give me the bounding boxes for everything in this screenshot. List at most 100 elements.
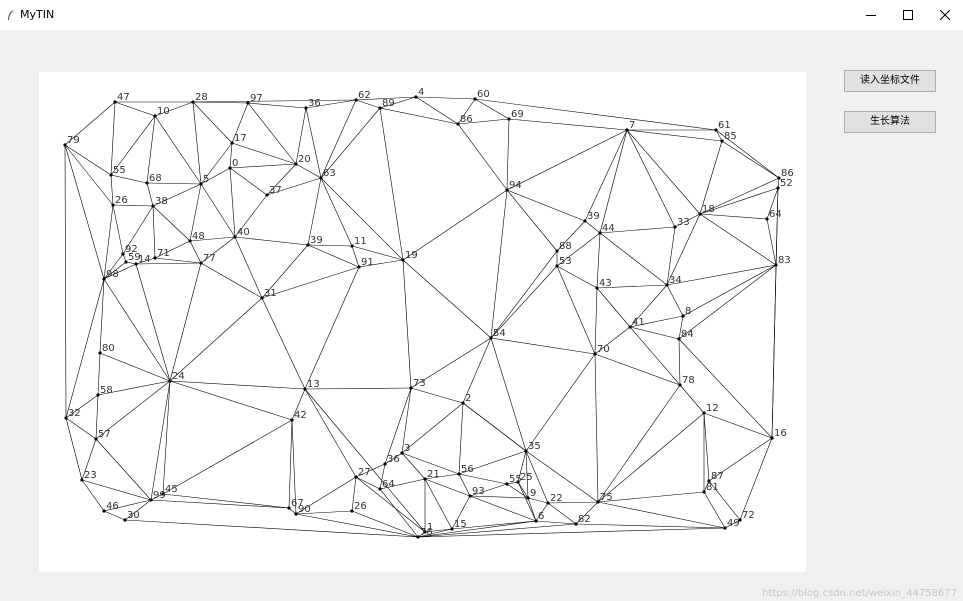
tin-edge bbox=[192, 99, 357, 103]
tin-edge bbox=[699, 213, 777, 266]
points-layer bbox=[63, 95, 781, 539]
point-label: 57 bbox=[98, 429, 111, 440]
point-label: 16 bbox=[774, 428, 787, 439]
point-label: 87 bbox=[711, 471, 724, 482]
point-label: 8 bbox=[685, 306, 691, 317]
tin-canvas[interactable]: 47 10 28 97 36 62 89 4 60 86 69 7 61 85 86 52 79 17 0 20 63 5… bbox=[39, 72, 806, 572]
point-label: 3 bbox=[404, 443, 410, 454]
tin-edge bbox=[629, 326, 681, 386]
tin-edge bbox=[64, 144, 114, 206]
point-label: 36 bbox=[308, 98, 321, 109]
point-label: 79 bbox=[67, 135, 80, 146]
maximize-button[interactable] bbox=[889, 0, 927, 30]
point-label: 41 bbox=[632, 317, 645, 328]
point-label: 52 bbox=[780, 178, 793, 189]
tin-edge bbox=[506, 189, 586, 222]
point-label: 60 bbox=[477, 89, 490, 100]
point-label: 78 bbox=[682, 375, 695, 386]
tin-edge bbox=[490, 337, 596, 355]
tin-edge bbox=[457, 123, 508, 191]
tin-edge bbox=[682, 264, 777, 317]
tin-edge bbox=[355, 476, 381, 490]
point-label: 85 bbox=[724, 131, 737, 142]
point-label: 81 bbox=[706, 482, 719, 493]
tin-edge bbox=[401, 402, 464, 454]
tin-edge bbox=[424, 478, 471, 497]
tin-edge bbox=[678, 338, 773, 439]
close-button[interactable] bbox=[926, 0, 963, 30]
tin-edge bbox=[103, 510, 126, 521]
point-label: 44 bbox=[602, 223, 615, 234]
read-coordinates-button[interactable]: 读入坐标文件 bbox=[844, 70, 936, 92]
tin-edge bbox=[169, 297, 263, 382]
point-label: 46 bbox=[106, 501, 119, 512]
growth-algorithm-button[interactable]: 生长算法 bbox=[844, 111, 936, 133]
tin-edge bbox=[146, 182, 154, 207]
point-label: 40 bbox=[237, 227, 250, 238]
point-label: 43 bbox=[599, 278, 612, 289]
point-label: 86 bbox=[460, 114, 473, 125]
minimize-icon bbox=[866, 15, 876, 16]
tin-edge bbox=[379, 107, 459, 125]
point-label: 36 bbox=[387, 454, 400, 465]
tin-edge bbox=[401, 452, 426, 480]
tin-edge bbox=[114, 101, 156, 117]
point-label: 15 bbox=[454, 519, 467, 530]
tin-edge bbox=[506, 129, 628, 191]
tin-edge bbox=[594, 353, 599, 503]
tin-edge bbox=[351, 245, 360, 268]
point-label: 7 bbox=[629, 120, 635, 131]
tin-edge bbox=[666, 264, 777, 286]
point-label: 17 bbox=[234, 133, 247, 144]
tin-edge bbox=[402, 259, 492, 339]
tin-edge bbox=[599, 129, 628, 234]
tin-edge bbox=[261, 297, 306, 390]
point-label: 93 bbox=[472, 486, 485, 497]
tin-edge bbox=[304, 266, 360, 390]
tin-edge bbox=[152, 205, 191, 242]
tin-edge bbox=[355, 99, 381, 109]
point-label: 5 bbox=[203, 174, 209, 185]
tin-edge bbox=[200, 183, 236, 238]
point-label: 62 bbox=[358, 90, 371, 101]
point-label: 0 bbox=[232, 158, 238, 169]
point-label: 13 bbox=[307, 379, 320, 390]
tin-edge bbox=[200, 262, 263, 299]
point-label: 31 bbox=[264, 288, 277, 299]
tin-edge bbox=[295, 163, 322, 179]
minimize-button[interactable] bbox=[852, 0, 890, 30]
tin-edge bbox=[351, 245, 404, 261]
tin-edge bbox=[508, 118, 628, 131]
point-label: 2 bbox=[465, 393, 471, 404]
point-label: 6 bbox=[538, 511, 544, 522]
tin-edge bbox=[703, 412, 773, 439]
feather-icon bbox=[8, 10, 14, 20]
point-label: 99 bbox=[153, 490, 166, 501]
tin-edge bbox=[162, 493, 290, 509]
tin-edge bbox=[64, 144, 112, 176]
point-label: 56 bbox=[461, 464, 474, 475]
point-label: 32 bbox=[68, 408, 81, 419]
tin-edge bbox=[150, 499, 290, 509]
tin-edge bbox=[474, 98, 510, 120]
point-label: 21 bbox=[427, 469, 440, 480]
tin-edge bbox=[320, 177, 404, 261]
point-label: 39 bbox=[587, 211, 600, 222]
tin-edge bbox=[721, 140, 780, 179]
tin-edge bbox=[229, 167, 236, 238]
point-label: 10 bbox=[157, 106, 170, 117]
point-label: 38 bbox=[155, 196, 168, 207]
point-label: 88 bbox=[559, 241, 572, 252]
point-label: 83 bbox=[778, 255, 791, 266]
tin-edge bbox=[99, 278, 105, 354]
point-label: 94 bbox=[509, 180, 522, 191]
point-label: 64 bbox=[769, 209, 782, 220]
tin-edge bbox=[64, 144, 105, 280]
point-label: 20 bbox=[298, 154, 311, 165]
point-label: 72 bbox=[742, 510, 755, 521]
point-label: 34 bbox=[669, 275, 682, 286]
tin-edge bbox=[110, 174, 114, 206]
point-label: 73 bbox=[413, 378, 426, 389]
point-label: 58 bbox=[100, 385, 113, 396]
point-label: 30 bbox=[127, 510, 140, 521]
